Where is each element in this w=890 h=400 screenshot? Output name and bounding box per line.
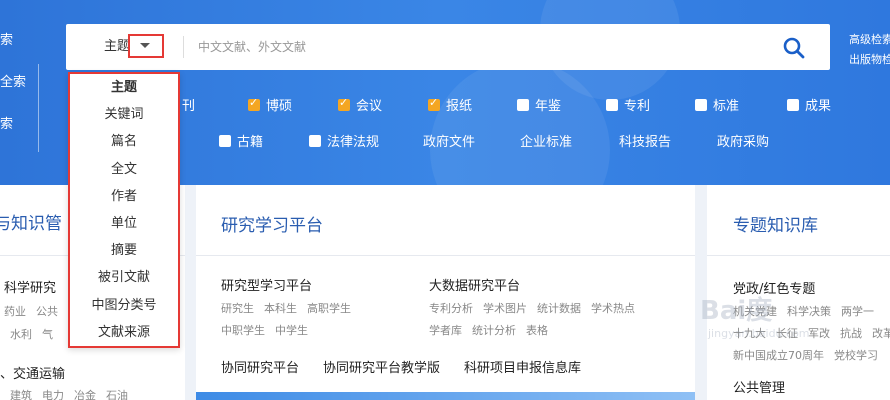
filter-thesis[interactable]: 博硕 <box>248 95 292 114</box>
section-heading[interactable]: 公共管理 <box>733 377 785 396</box>
filter-patent[interactable]: 专利 <box>606 95 650 114</box>
nav-tab-other[interactable]: 索 <box>0 104 40 146</box>
tag-list: 建筑电力冶金石油 <box>10 387 128 400</box>
card-title: 专题知识库 <box>733 211 818 236</box>
tag-list: 专利分析学术图片统计数据学术热点 <box>429 300 635 316</box>
filter-achievement[interactable]: 成果 <box>787 95 831 114</box>
section-heading[interactable]: 研究型学习平台 <box>221 275 312 294</box>
dropdown-option[interactable]: 全文 <box>70 156 178 183</box>
nav-tab-full-search[interactable]: 全索 <box>0 62 40 104</box>
checkbox-checked[interactable] <box>428 99 440 111</box>
tag-list: 水利气 <box>10 326 53 342</box>
platform-link[interactable]: 协同研究平台 <box>221 357 299 376</box>
field-dropdown-toggle[interactable] <box>128 34 164 58</box>
checkbox[interactable] <box>517 99 529 111</box>
tag-list: 新中国成立70周年党校学习 <box>733 347 878 363</box>
filter-gov-procurement[interactable]: 政府采购 <box>717 131 769 150</box>
filter-newspaper[interactable]: 报纸 <box>428 95 472 114</box>
filter-gov-docs[interactable]: 政府文件 <box>423 131 475 150</box>
left-nav: 索 全索 索 <box>0 20 40 146</box>
promo-banner[interactable] <box>196 392 695 400</box>
card-divider <box>196 255 695 256</box>
checkbox[interactable] <box>695 99 707 111</box>
card-title: 研究学习平台 <box>221 211 323 236</box>
tag-list: 中职学生中学生 <box>221 322 308 338</box>
search-icon <box>782 36 806 60</box>
search-separator <box>183 36 184 58</box>
card-divider <box>707 255 890 256</box>
search-box: 主题 <box>66 24 830 70</box>
tag-list: 研究生本科生高职学生 <box>221 300 351 316</box>
platform-link[interactable]: 科研项目申报信息库 <box>464 357 581 376</box>
tag-list: 机关党建科学决策两学一 <box>733 303 874 319</box>
tag-list: 学者库统计分析表格 <box>429 322 548 338</box>
checkbox[interactable] <box>309 135 321 147</box>
tag-list: 药业公共 <box>4 303 58 319</box>
filter-yearbook[interactable]: 年鉴 <box>517 95 561 114</box>
filter-standard[interactable]: 标准 <box>695 95 739 114</box>
research-platform-card: 研究学习平台 研究型学习平台 研究生本科生高职学生 中职学生中学生 大数据研究平… <box>196 185 695 400</box>
advanced-links: 高级检索 出版物检索 <box>849 30 890 70</box>
section-heading[interactable]: 、交通运输 <box>0 363 65 382</box>
chevron-down-icon <box>140 43 150 48</box>
filter-journal[interactable]: 刊 <box>182 95 195 114</box>
nav-tab-search[interactable]: 索 <box>0 20 40 62</box>
section-heading[interactable]: 党政/红色专题 <box>733 278 815 297</box>
filter-enterprise-standard[interactable]: 企业标准 <box>520 131 572 150</box>
filter-laws[interactable]: 法律法规 <box>309 131 379 150</box>
dropdown-option[interactable]: 篇名 <box>70 128 178 155</box>
filter-conference[interactable]: 会议 <box>338 95 382 114</box>
dropdown-option[interactable]: 摘要 <box>70 237 178 264</box>
checkbox[interactable] <box>787 99 799 111</box>
topic-knowledge-card: 专题知识库 党政/红色专题 机关党建科学决策两学一 十九大长征军改抗战改革 新中… <box>707 185 890 400</box>
checkbox[interactable] <box>606 99 618 111</box>
section-heading[interactable]: 大数据研究平台 <box>429 275 520 294</box>
search-input[interactable] <box>198 34 758 60</box>
checkbox[interactable] <box>219 135 231 147</box>
dropdown-option[interactable]: 文献来源 <box>70 319 178 346</box>
dropdown-option[interactable]: 中图分类号 <box>70 292 178 319</box>
checkbox-checked[interactable] <box>248 99 260 111</box>
advanced-search-link[interactable]: 高级检索 <box>849 30 890 50</box>
card-title: 与知识管 <box>0 209 62 234</box>
nav-divider <box>38 64 39 152</box>
search-field-select[interactable]: 主题 <box>104 24 130 70</box>
search-button[interactable] <box>782 36 806 60</box>
dropdown-option[interactable]: 关键词 <box>70 101 178 128</box>
tag-list: 十九大长征军改抗战改革 <box>733 325 890 341</box>
dropdown-option[interactable]: 单位 <box>70 210 178 237</box>
platform-link[interactable]: 协同研究平台教学版 <box>323 357 440 376</box>
publication-search-link[interactable]: 出版物检索 <box>849 50 890 70</box>
section-heading[interactable]: 科学研究 <box>4 277 56 296</box>
dropdown-option[interactable]: 主题 <box>70 74 178 101</box>
dropdown-option[interactable]: 作者 <box>70 183 178 210</box>
platform-links: 协同研究平台 协同研究平台教学版 科研项目申报信息库 <box>221 357 581 376</box>
checkbox-checked[interactable] <box>338 99 350 111</box>
dropdown-option[interactable]: 被引文献 <box>70 264 178 291</box>
filter-ancient-books[interactable]: 古籍 <box>219 131 263 150</box>
search-field-dropdown: 主题 关键词 篇名 全文 作者 单位 摘要 被引文献 中图分类号 文献来源 <box>68 72 180 348</box>
filter-tech-report[interactable]: 科技报告 <box>619 131 671 150</box>
